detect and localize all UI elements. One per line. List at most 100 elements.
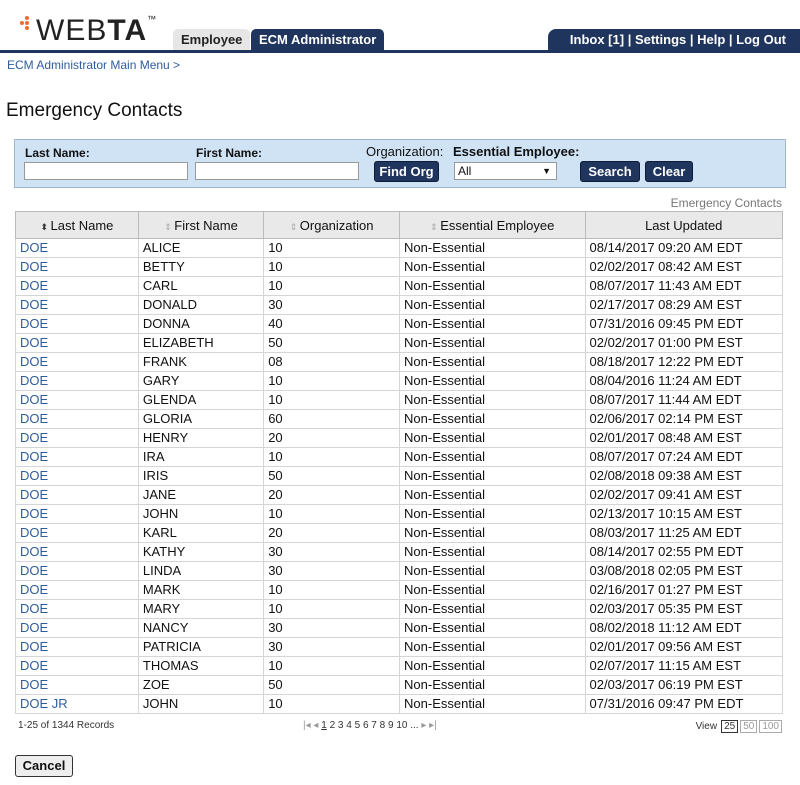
- last-name-link[interactable]: DOE: [15, 561, 139, 581]
- cell: 50: [263, 466, 401, 486]
- table-row: DOE FRANK 08 Non-Essential 08/18/2017 12:22 …: [15, 352, 783, 372]
- cell: MARK: [137, 580, 265, 600]
- cell: Non-Essential: [399, 238, 586, 258]
- essential-employee-select[interactable]: All ▼: [454, 162, 557, 180]
- cell: Non-Essential: [399, 295, 586, 315]
- help-link[interactable]: Help: [697, 32, 725, 47]
- search-button[interactable]: Search: [580, 161, 640, 182]
- view-label: View: [695, 721, 718, 732]
- last-name-link[interactable]: DOE: [15, 637, 139, 657]
- last-name-link[interactable]: DOE: [15, 352, 139, 372]
- cell: 02/06/2017 02:14 PM EST: [584, 409, 783, 429]
- cell: 30: [263, 637, 401, 657]
- view-option[interactable]: 100: [759, 720, 782, 733]
- breadcrumb[interactable]: ECM Administrator Main Menu >: [7, 58, 180, 72]
- page-link[interactable]: 3: [338, 720, 344, 731]
- column-header-essential-employee[interactable]: ⇕ Essential Employee: [399, 211, 586, 239]
- last-name-link[interactable]: DOE: [15, 371, 139, 391]
- cell: 08: [263, 352, 401, 372]
- cancel-button[interactable]: Cancel: [15, 755, 73, 777]
- page-link[interactable]: 2: [330, 720, 336, 731]
- last-name-link[interactable]: DOE: [15, 333, 139, 353]
- column-header-organization[interactable]: ⇕ Organization: [263, 211, 401, 239]
- page-link[interactable]: 9: [388, 720, 394, 731]
- page-link[interactable]: 7: [371, 720, 377, 731]
- page-link[interactable]: 8: [380, 720, 386, 731]
- last-name-link[interactable]: DOE JR: [15, 694, 139, 714]
- last-name-link[interactable]: DOE: [15, 504, 139, 524]
- cell: 60: [263, 409, 401, 429]
- cell: 10: [263, 599, 401, 619]
- last-name-link[interactable]: DOE: [15, 447, 139, 467]
- cell: 30: [263, 295, 401, 315]
- settings-link[interactable]: Settings: [635, 32, 686, 47]
- cell: 08/14/2017 09:20 AM EDT: [584, 238, 783, 258]
- column-header-last-name[interactable]: ⬍ Last Name: [15, 211, 139, 239]
- cell: 50: [263, 333, 401, 353]
- page-link[interactable]: 1: [321, 720, 327, 731]
- last-name-input[interactable]: [24, 162, 188, 180]
- last-name-link[interactable]: DOE: [15, 428, 139, 448]
- prev-page-icon[interactable]: ◂: [313, 720, 318, 731]
- cell: JOHN: [137, 694, 265, 714]
- find-org-button[interactable]: Find Org: [374, 161, 439, 182]
- page-link[interactable]: ...: [410, 720, 418, 731]
- cell: Non-Essential: [399, 656, 586, 676]
- last-name-link[interactable]: DOE: [15, 295, 139, 315]
- first-page-icon[interactable]: |◂: [303, 720, 311, 731]
- view-option[interactable]: 50: [740, 720, 758, 733]
- column-label: Essential Employee: [440, 217, 555, 233]
- page-link[interactable]: 6: [363, 720, 369, 731]
- sort-icon: ⇕: [289, 221, 300, 232]
- cell: 02/02/2017 09:41 AM EST: [584, 485, 783, 505]
- table-row: DOE NANCY 30 Non-Essential 08/02/2018 11:12 …: [15, 618, 783, 638]
- tab-ecm-administrator[interactable]: ECM Administrator: [251, 29, 385, 50]
- table-row: DOE GLENDA 10 Non-Essential 08/07/2017 11:44…: [15, 390, 783, 410]
- logout-link[interactable]: Log Out: [736, 32, 786, 47]
- cell: 08/03/2017 11:25 AM EDT: [584, 523, 783, 543]
- last-name-link[interactable]: DOE: [15, 599, 139, 619]
- clear-button[interactable]: Clear: [645, 161, 693, 182]
- last-name-link[interactable]: DOE: [15, 238, 139, 258]
- cell: GLORIA: [137, 409, 265, 429]
- cell: 10: [263, 390, 401, 410]
- table-row: DOE DONALD 30 Non-Essential 02/17/2017 08:29…: [15, 295, 783, 315]
- last-name-link[interactable]: DOE: [15, 618, 139, 638]
- inbox-link[interactable]: Inbox [1]: [570, 32, 624, 47]
- records-count: 1-25 of 1344 Records: [18, 720, 115, 731]
- last-name-link[interactable]: DOE: [15, 466, 139, 486]
- table-row: DOE JOHN 10 Non-Essential 02/13/2017 10:15 A…: [15, 504, 783, 524]
- last-name-link[interactable]: DOE: [15, 390, 139, 410]
- table-row: DOE PATRICIA 30 Non-Essential 02/01/2017 09:…: [15, 637, 783, 657]
- last-name-link[interactable]: DOE: [15, 580, 139, 600]
- cell: 07/31/2016 09:47 PM EDT: [584, 694, 783, 714]
- page-link[interactable]: 10: [396, 720, 407, 731]
- table-row: DOE GLORIA 60 Non-Essential 02/06/2017 02:14…: [15, 409, 783, 429]
- table-row: DOE JR JOHN 10 Non-Essential 07/31/2016 09:4…: [15, 694, 783, 714]
- sort-icon: ⬍: [40, 221, 51, 232]
- last-name-link[interactable]: DOE: [15, 257, 139, 277]
- first-name-input[interactable]: [195, 162, 359, 180]
- table-row: DOE IRIS 50 Non-Essential 02/08/2018 09:38 A…: [15, 466, 783, 486]
- page-link[interactable]: 4: [346, 720, 352, 731]
- last-name-link[interactable]: DOE: [15, 523, 139, 543]
- last-name-link[interactable]: DOE: [15, 409, 139, 429]
- next-page-icon[interactable]: ▸: [421, 720, 426, 731]
- table-row: DOE GARY 10 Non-Essential 08/04/2016 11:24 A…: [15, 371, 783, 391]
- view-option[interactable]: 25: [721, 720, 739, 733]
- last-name-link[interactable]: DOE: [15, 542, 139, 562]
- last-name-link[interactable]: DOE: [15, 656, 139, 676]
- column-header-last-updated[interactable]: Last Updated: [584, 211, 783, 239]
- last-name-link[interactable]: DOE: [15, 485, 139, 505]
- top-nav: Inbox [1] | Settings | Help | Log Out: [547, 29, 800, 50]
- tab-employee[interactable]: Employee: [173, 29, 251, 50]
- last-name-link[interactable]: DOE: [15, 276, 139, 296]
- last-name-link[interactable]: DOE: [15, 314, 139, 334]
- last-page-icon[interactable]: ▸|: [429, 720, 437, 731]
- cell: Non-Essential: [399, 694, 586, 714]
- last-name-link[interactable]: DOE: [15, 675, 139, 695]
- cell: 10: [263, 447, 401, 467]
- page-link[interactable]: 5: [355, 720, 361, 731]
- column-header-first-name[interactable]: ⇕ First Name: [137, 211, 265, 239]
- table-row: DOE JANE 20 Non-Essential 02/02/2017 09:41 A…: [15, 485, 783, 505]
